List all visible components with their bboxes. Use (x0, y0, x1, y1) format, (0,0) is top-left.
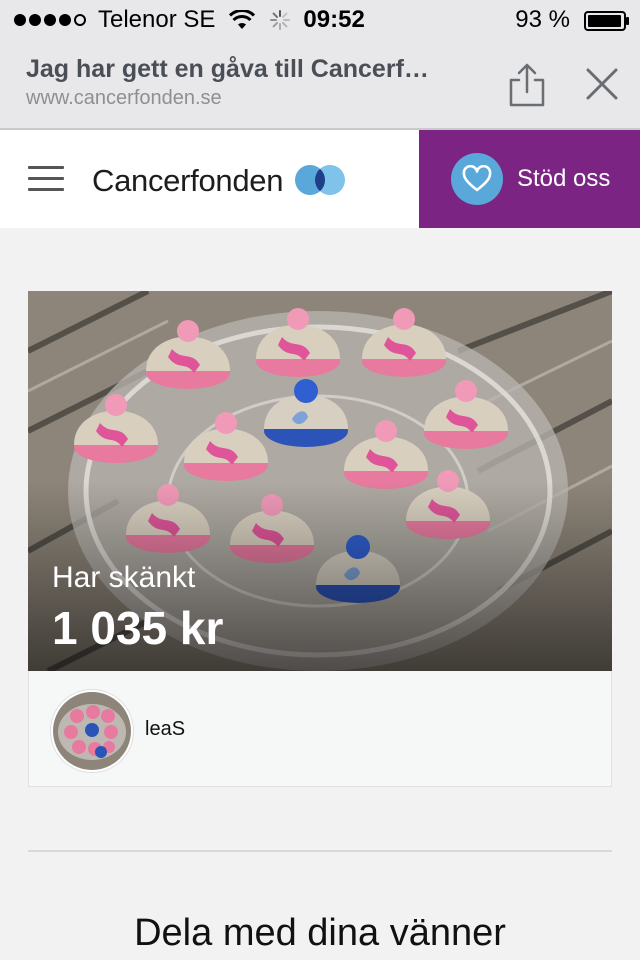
support-us-label: Stöd oss (517, 165, 611, 192)
donor-name: leaS (145, 718, 186, 740)
status-bar: Telenor SE 09:52 93 % (0, 0, 640, 40)
close-icon[interactable] (582, 64, 622, 104)
donor-row: leaS (28, 671, 612, 787)
donation-photo: Har skänkt 1 035 kr (28, 291, 612, 671)
page-url[interactable]: www.cancerfonden.se (26, 87, 222, 110)
share-heading: Dela med dina vänner (134, 912, 506, 954)
logo-mark-icon (295, 165, 345, 195)
site-logo[interactable]: Cancerfonden (92, 163, 283, 199)
carrier-name: Telenor SE (98, 6, 216, 33)
wifi-icon (229, 10, 256, 29)
menu-icon[interactable] (28, 166, 64, 194)
page-title[interactable]: Jag har gett en gåva till Cancerf… (26, 55, 486, 84)
loading-spinner-icon (270, 10, 291, 30)
battery-icon (584, 11, 629, 31)
share-icon[interactable] (504, 62, 550, 108)
donation-amount: 1 035 kr (52, 602, 224, 654)
site-header: Cancerfonden Stöd oss (0, 130, 640, 228)
support-us-button[interactable]: Stöd oss (419, 130, 640, 228)
heart-icon (451, 153, 503, 205)
browser-toolbar: Jag har gett en gåva till Cancerf… www.c… (0, 40, 640, 130)
donor-avatar (51, 690, 133, 772)
section-divider (28, 850, 612, 852)
signal-strength-icon (14, 14, 86, 26)
donation-label: Har skänkt (52, 561, 196, 594)
clock: 09:52 (303, 6, 365, 33)
battery-percentage: 93 % (515, 6, 570, 33)
